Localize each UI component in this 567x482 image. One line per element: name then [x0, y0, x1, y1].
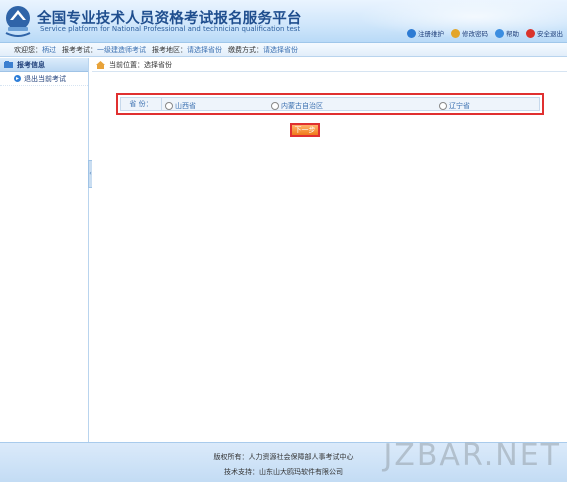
logout-link[interactable]: 安全退出 [526, 28, 563, 38]
payment-value: 请选择省份 [263, 45, 298, 54]
header-banner: 全国专业技术人员资格考试报名服务平台 Service platform for … [0, 0, 567, 43]
sidebar: 报考信息 退出当前考试 [0, 58, 89, 442]
welcome-label: 欢迎您： [14, 45, 42, 54]
help-icon [495, 28, 504, 38]
region-value: 请选择省份 [187, 45, 222, 54]
sidebar-item-exit-exam[interactable]: 退出当前考试 [0, 72, 88, 86]
user-name: 柄过 [42, 45, 56, 54]
province-label: 省 份： [121, 98, 162, 110]
sidebar-header: 报考信息 [0, 58, 88, 72]
arrow-circle-icon [14, 75, 21, 82]
top-links: 注册维护 修改密码 帮助 安全退出 [407, 28, 563, 38]
radio-button[interactable] [165, 102, 173, 110]
next-button[interactable]: 下一步 [290, 123, 320, 137]
home-icon [96, 60, 105, 69]
main-content: 当前位置：选择省份 省 份： 山西省 内蒙古自治区 辽宁省 下一步 [92, 58, 567, 442]
power-icon [526, 28, 535, 38]
register-link[interactable]: 注册维护 [407, 28, 444, 38]
watermark: JZBAR.NET [383, 438, 561, 473]
region-label: 报考地区： [152, 45, 187, 54]
logo-icon [5, 6, 31, 37]
key-icon [451, 28, 460, 38]
breadcrumb: 当前位置：选择省份 [92, 58, 567, 72]
option-shanxi[interactable]: 山西省 [165, 101, 196, 111]
province-selector: 省 份： 山西省 内蒙古自治区 辽宁省 [116, 93, 544, 115]
radio-button[interactable] [439, 102, 447, 110]
option-liaoning[interactable]: 辽宁省 [439, 101, 470, 111]
province-row: 省 份： 山西省 内蒙古自治区 辽宁省 [120, 97, 540, 111]
help-link[interactable]: 帮助 [495, 28, 519, 38]
globe-icon [407, 28, 416, 38]
site-subtitle: Service platform for National Profession… [40, 25, 301, 33]
info-bar: 欢迎您：柄过 报考考试：一级建造师考试 报考地区：请选择省份 缴费方式：请选择省… [0, 43, 567, 57]
exam-value: 一级建造师考试 [97, 45, 146, 54]
folder-icon [4, 61, 13, 68]
exam-label: 报考考试： [62, 45, 97, 54]
change-password-link[interactable]: 修改密码 [451, 28, 488, 38]
payment-label: 缴费方式： [228, 45, 263, 54]
option-neimenggu[interactable]: 内蒙古自治区 [271, 101, 323, 111]
radio-button[interactable] [271, 102, 279, 110]
